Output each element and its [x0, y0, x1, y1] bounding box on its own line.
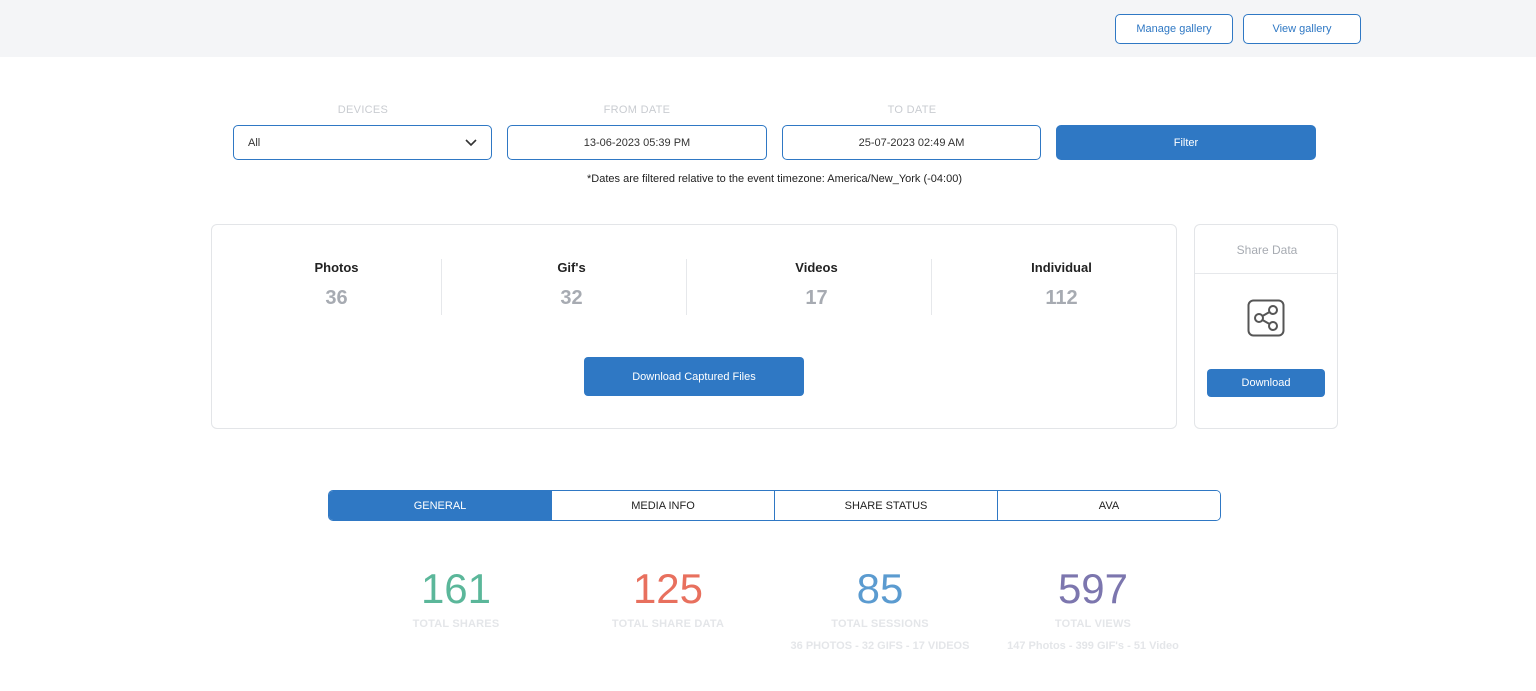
- to-date-input[interactable]: 25-07-2023 02:49 AM: [782, 125, 1041, 160]
- metric-label: TOTAL SHARE DATA: [611, 618, 725, 630]
- stat-value: 32: [560, 287, 583, 309]
- stat-gifs: Gif's 32: [449, 260, 694, 310]
- metric-value: 125: [632, 565, 704, 612]
- stat-individual: Individual 112: [939, 260, 1184, 310]
- share-icon: [1247, 299, 1285, 337]
- metric-label: TOTAL SHARES: [412, 618, 500, 630]
- chevron-down-icon: [465, 138, 477, 146]
- from-date-input[interactable]: 13-06-2023 05:39 PM: [507, 125, 767, 160]
- share-download-button[interactable]: Download: [1207, 369, 1325, 397]
- top-bar: Manage gallery View gallery: [0, 0, 1536, 57]
- stat-videos: Videos 17: [694, 260, 939, 310]
- metric-value: 85: [856, 565, 904, 612]
- capture-stats-card: Photos 36 Gif's 32 Videos 17 Individual …: [211, 224, 1177, 429]
- devices-select[interactable]: All: [233, 125, 492, 160]
- metric-value: 161: [420, 565, 492, 612]
- divider: [1195, 273, 1337, 274]
- tab-media-info[interactable]: MEDIA INFO: [551, 491, 774, 520]
- stat-label: Individual: [1031, 260, 1092, 275]
- devices-value: All: [248, 136, 261, 149]
- metric-label: TOTAL VIEWS: [1054, 618, 1132, 630]
- metric-total-views: 597 TOTAL VIEWS 147 Photos - 399 GIF's -…: [973, 563, 1213, 652]
- filter-button[interactable]: Filter: [1056, 125, 1316, 160]
- metric-total-share-data: 125 TOTAL SHARE DATA: [548, 563, 788, 630]
- tab-bar: GENERAL MEDIA INFO SHARE STATUS AVA: [328, 490, 1221, 521]
- divider: [441, 259, 442, 315]
- metric-label: TOTAL SESSIONS: [831, 618, 929, 630]
- metric-breakdown: 147 Photos - 399 GIF's - 51 Video: [1007, 640, 1179, 652]
- stat-label: Videos: [795, 260, 838, 275]
- to-date-label: TO DATE: [887, 104, 937, 116]
- tab-share-status[interactable]: SHARE STATUS: [774, 491, 997, 520]
- manage-gallery-button[interactable]: Manage gallery: [1115, 14, 1233, 44]
- tab-ava[interactable]: AVA: [997, 491, 1220, 520]
- metric-total-shares: 161 TOTAL SHARES: [336, 563, 576, 630]
- from-date-value: 13-06-2023 05:39 PM: [583, 136, 691, 149]
- stat-value: 112: [1045, 287, 1078, 309]
- metric-breakdown: 36 PHOTOS - 32 GIFS - 17 VIDEOS: [790, 640, 970, 652]
- share-data-title: Share Data: [1236, 243, 1298, 257]
- divider: [931, 259, 932, 315]
- stat-label: Gif's: [557, 260, 586, 275]
- stat-photos: Photos 36: [214, 260, 459, 310]
- devices-label: DEVICES: [337, 104, 389, 116]
- metric-total-sessions: 85 TOTAL SESSIONS 36 PHOTOS - 32 GIFS - …: [760, 563, 1000, 652]
- stat-label: Photos: [314, 260, 359, 275]
- divider: [686, 259, 687, 315]
- to-date-value: 25-07-2023 02:49 AM: [858, 136, 965, 149]
- stat-value: 36: [325, 287, 348, 309]
- tab-general[interactable]: GENERAL: [329, 491, 551, 520]
- from-date-label: FROM DATE: [603, 104, 671, 116]
- view-gallery-button[interactable]: View gallery: [1243, 14, 1361, 44]
- timezone-note: *Dates are filtered relative to the even…: [587, 173, 962, 185]
- download-captured-files-button[interactable]: Download Captured Files: [584, 357, 804, 396]
- metric-value: 597: [1057, 565, 1129, 612]
- stat-value: 17: [805, 287, 828, 309]
- share-data-card: Share Data Download: [1194, 224, 1338, 429]
